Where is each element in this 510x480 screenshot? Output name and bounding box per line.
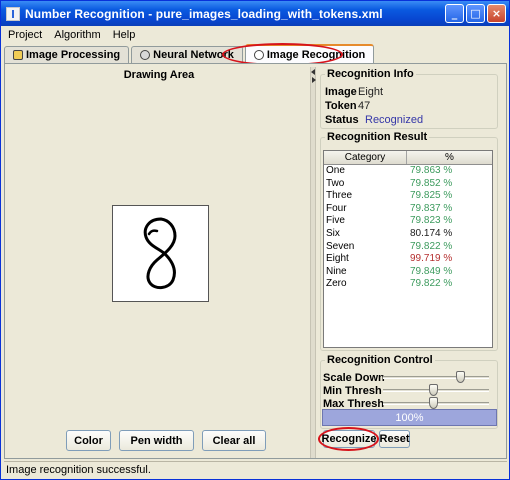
window-controls: _ □ ×	[445, 4, 506, 23]
recognition-progress-bar: 100%	[322, 409, 497, 426]
min-thresh-label: Min Thresh	[323, 385, 382, 397]
table-row[interactable]: Six 80.174 %	[324, 228, 492, 241]
table-row[interactable]: One 79.863 %	[324, 165, 492, 178]
tab-label: Image Processing	[26, 49, 121, 61]
category-cell: One	[326, 165, 345, 176]
info-row-image: Image Eight	[325, 86, 383, 98]
percent-cell: 79.822 %	[410, 278, 453, 290]
image-value: Eight	[358, 86, 384, 98]
title-bar[interactable]: Number Recognition - pure_images_loading…	[1, 1, 509, 26]
tab-image-processing[interactable]: Image Processing	[4, 46, 130, 63]
status-bar: Image recognition successful.	[4, 461, 507, 478]
recognition-result-title: Recognition Result	[325, 131, 430, 143]
gear-icon	[140, 50, 151, 60]
column-header-percent[interactable]: %	[407, 151, 492, 164]
category-cell: Nine	[326, 265, 347, 277]
percent-cell: 79.837 %	[410, 202, 453, 214]
table-body: One 79.863 % Two 79.852 % Three 79.825 % Four 7…	[324, 165, 492, 291]
percent-cell: 79.852 %	[410, 177, 453, 189]
status-message: Image recognition successful.	[6, 464, 151, 476]
slider-track	[383, 376, 489, 379]
status-value: Recognized	[365, 114, 424, 126]
handwritten-digit	[143, 217, 177, 289]
percent-cell: 79.823 %	[410, 215, 453, 227]
table-row[interactable]: Seven 79.822 %	[324, 241, 492, 254]
reset-button[interactable]: Reset	[379, 430, 410, 448]
drawing-area-title: Drawing Area	[123, 69, 195, 81]
window-title: Number Recognition - pure_images_loading…	[25, 6, 383, 21]
table-row[interactable]: Three 79.825 %	[324, 190, 492, 203]
percent-cell: 80.174 %	[410, 227, 453, 239]
status-label: Status	[325, 114, 359, 126]
menu-project[interactable]: Project	[3, 29, 47, 41]
recognition-result-group: Recognition Result Category % One 79.863 …	[320, 131, 498, 351]
category-cell: Seven	[326, 240, 355, 252]
slider-thumb[interactable]	[456, 371, 465, 383]
category-cell: Three	[326, 190, 353, 202]
table-row[interactable]: Five 79.823 %	[324, 215, 492, 228]
token-value: 47	[358, 100, 371, 112]
drawing-canvas[interactable]	[112, 205, 209, 302]
percent-cell: 79.825 %	[410, 190, 453, 202]
app-window: Number Recognition - pure_images_loading…	[0, 0, 510, 480]
percent-cell: 79.822 %	[410, 240, 453, 252]
app-icon	[6, 6, 20, 21]
menu-bar: Project Algorithm Help	[1, 26, 509, 43]
category-cell: Four	[326, 202, 347, 214]
table-row[interactable]: Two 79.852 %	[324, 178, 492, 191]
table-row[interactable]: Zero 79.822 %	[324, 278, 492, 291]
menu-algorithm[interactable]: Algorithm	[49, 29, 105, 41]
recognize-highlight-annotation	[318, 427, 379, 451]
menu-help[interactable]: Help	[108, 29, 141, 41]
clear-all-button[interactable]: Clear all	[202, 430, 266, 451]
token-label: Token	[325, 100, 357, 112]
result-table[interactable]: Category % One 79.863 % Two 79.852 % Three 79…	[323, 150, 493, 348]
close-button[interactable]: ×	[487, 4, 506, 23]
collapse-right-icon[interactable]	[312, 77, 316, 83]
min-thresh-slider[interactable]	[383, 384, 489, 397]
maximize-button[interactable]: □	[466, 4, 485, 23]
image-processing-icon	[13, 50, 23, 60]
percent-cell: 79.863 %	[410, 165, 453, 176]
info-row-status: Status Recognized	[325, 114, 423, 126]
table-row[interactable]: Eight 99.719 %	[324, 253, 492, 266]
scale-down-slider[interactable]	[383, 371, 489, 384]
slider-thumb[interactable]	[429, 384, 438, 396]
recognition-info-group: Recognition Info Image Eight Token 47 St…	[320, 68, 498, 129]
percent-cell: 79.849 %	[410, 265, 453, 277]
pen-width-button[interactable]: Pen width	[119, 430, 194, 451]
progress-label: 100%	[395, 411, 424, 424]
image-label: Image	[325, 86, 357, 98]
category-cell: Eight	[326, 253, 349, 265]
table-header: Category %	[324, 151, 492, 165]
category-cell: Six	[326, 227, 340, 239]
category-cell: Two	[326, 177, 345, 189]
recognition-control-title: Recognition Control	[325, 354, 435, 366]
table-row[interactable]: Nine 79.849 %	[324, 266, 492, 279]
column-header-category[interactable]: Category	[324, 151, 408, 164]
color-button[interactable]: Color	[66, 430, 111, 451]
category-cell: Zero	[326, 278, 347, 290]
slider-thumb[interactable]	[429, 397, 438, 409]
drawing-area: Drawing Area Color Pen width Clear all	[11, 67, 307, 458]
percent-cell: 99.719 %	[410, 253, 453, 265]
table-row[interactable]: Four 79.837 %	[324, 203, 492, 216]
scale-down-label: Scale Down	[323, 372, 385, 384]
recognition-info-title: Recognition Info	[325, 68, 416, 80]
info-row-token: Token 47	[325, 100, 370, 112]
split-pane-divider[interactable]	[310, 67, 316, 458]
collapse-left-icon[interactable]	[311, 69, 315, 75]
minimize-button[interactable]: _	[445, 4, 464, 23]
category-cell: Five	[326, 215, 345, 227]
